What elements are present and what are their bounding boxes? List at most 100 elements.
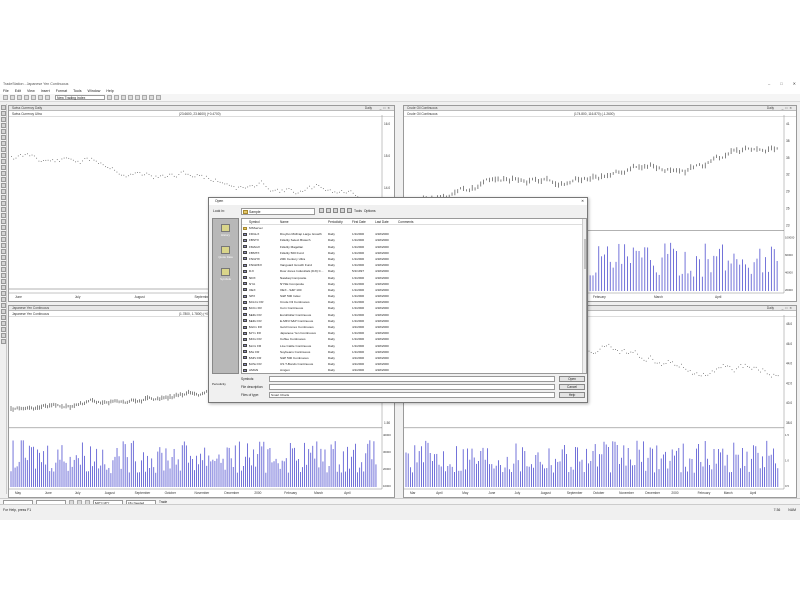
place-symbols[interactable]: Symbols [213, 263, 238, 285]
drawing-tool-icon[interactable] [1, 333, 6, 338]
close-icon[interactable]: ✕ [793, 81, 796, 86]
time-tick-label: May [462, 491, 468, 495]
chart-icon[interactable] [107, 95, 112, 100]
paste-icon[interactable] [45, 95, 50, 100]
drawing-tool-icon[interactable] [1, 111, 6, 116]
col-first-date[interactable]: First Date [352, 219, 375, 224]
col-last-date[interactable]: Last Date [375, 219, 398, 224]
menu-tools[interactable]: Tools [73, 89, 81, 93]
menu-edit[interactable]: Edit [15, 89, 21, 93]
drawing-tool-icon[interactable] [1, 327, 6, 332]
up-folder-icon[interactable] [326, 208, 331, 213]
drawing-tool-icon[interactable] [1, 129, 6, 134]
place-history[interactable]: History [213, 219, 238, 241]
delete-icon[interactable] [333, 208, 338, 213]
copy-icon[interactable] [38, 95, 43, 100]
drawing-tool-icon[interactable] [1, 171, 6, 176]
cascade-icon[interactable] [142, 95, 147, 100]
file-list-scrollbar[interactable] [582, 219, 586, 373]
zoom-icon[interactable] [121, 95, 126, 100]
views-icon[interactable] [347, 208, 352, 213]
file-list[interactable]: Symbol Name Periodicity First Date Last … [241, 218, 587, 374]
drawing-tool-icon[interactable] [1, 231, 6, 236]
menu-file[interactable]: File [3, 89, 9, 93]
drawing-tool-icon[interactable] [1, 225, 6, 230]
print-icon[interactable] [24, 95, 29, 100]
price-point [49, 160, 51, 162]
menu-view[interactable]: View [27, 89, 35, 93]
options-menu[interactable]: Options [364, 209, 376, 213]
maximize-icon[interactable]: □ [780, 81, 782, 86]
col-periodicity[interactable]: Periodicity [328, 219, 352, 224]
open-button[interactable]: Open [559, 376, 585, 382]
new-icon[interactable] [3, 95, 8, 100]
grid-icon[interactable] [149, 95, 154, 100]
look-in-combo[interactable]: Sample [241, 208, 315, 215]
file-desc-input[interactable] [269, 384, 555, 390]
window-icon[interactable] [156, 95, 161, 100]
drawing-tool-icon[interactable] [1, 249, 6, 254]
drawing-tool-icon[interactable] [1, 255, 6, 260]
drawing-tool-icon[interactable] [1, 303, 6, 308]
indicator-combo[interactable]: New Trading Index [55, 95, 105, 100]
col-symbol[interactable]: Symbol [248, 219, 280, 224]
menu-insert[interactable]: Insert [41, 89, 50, 93]
open-icon[interactable] [10, 95, 15, 100]
drawing-tool-icon[interactable] [1, 189, 6, 194]
drawing-tool-icon[interactable] [1, 123, 6, 128]
bar-chart-icon[interactable] [128, 95, 133, 100]
menu-window[interactable]: Window [88, 89, 101, 93]
drawing-tool-icon[interactable] [1, 159, 6, 164]
save-icon[interactable] [17, 95, 22, 100]
menu-help[interactable]: Help [106, 89, 113, 93]
menu-format[interactable]: Format [56, 89, 67, 93]
close-icon[interactable]: ✕ [581, 198, 584, 205]
drawing-tool-icon[interactable] [1, 309, 6, 314]
drawing-tool-icon[interactable] [1, 273, 6, 278]
drawing-tool-icon[interactable] [1, 267, 6, 272]
drawing-tool-icon[interactable] [1, 285, 6, 290]
drawing-tool-icon[interactable] [1, 201, 6, 206]
drawing-tool-icon[interactable] [1, 147, 6, 152]
drawing-tool-icon[interactable] [1, 219, 6, 224]
cut-icon[interactable] [31, 95, 36, 100]
drawing-tool-icon[interactable] [1, 339, 6, 344]
drawing-tool-icon[interactable] [1, 117, 6, 122]
open-dialog[interactable]: Open ✕ Look in: Sample Tools Options His… [208, 197, 588, 403]
col-comments[interactable]: Comments [398, 219, 438, 224]
drawing-tool-icon[interactable] [1, 321, 6, 326]
drawing-tool-icon[interactable] [1, 183, 6, 188]
drawing-tool-icon[interactable] [1, 279, 6, 284]
drawing-tool-icon[interactable] [1, 297, 6, 302]
drawing-tool-icon[interactable] [1, 153, 6, 158]
drawing-tool-icon[interactable] [1, 195, 6, 200]
place-quote-data[interactable]: Quote Data [213, 241, 238, 263]
drawing-tool-icon[interactable] [1, 165, 6, 170]
drawing-tool-icon[interactable] [1, 207, 6, 212]
new-folder-icon[interactable] [340, 208, 345, 213]
binoculars-icon[interactable] [114, 95, 119, 100]
price-point [288, 188, 290, 189]
drawing-tool-icon[interactable] [1, 141, 6, 146]
col-name[interactable]: Name [280, 219, 328, 224]
drawing-tool-icon[interactable] [1, 105, 6, 110]
symbols-input[interactable] [269, 376, 555, 382]
drawing-tool-icon[interactable] [1, 177, 6, 182]
drawing-tool-icon[interactable] [1, 261, 6, 266]
tile-icon[interactable] [135, 95, 140, 100]
back-icon[interactable] [319, 208, 324, 213]
drawing-tool-icon[interactable] [1, 213, 6, 218]
minimize-icon[interactable]: – [768, 81, 770, 86]
scroll-thumb[interactable] [583, 239, 586, 269]
drawing-tool-icon[interactable] [1, 237, 6, 242]
cancel-button[interactable]: Cancel [559, 384, 585, 390]
drawing-tool-icon[interactable] [1, 291, 6, 296]
price-point [597, 351, 599, 353]
drawing-tool-icon[interactable] [1, 315, 6, 320]
file-type-select[interactable]: Smart Charts [269, 392, 555, 398]
tools-menu[interactable]: Tools [354, 209, 362, 213]
drawing-tool-icon[interactable] [1, 243, 6, 248]
list-item[interactable]: AMRAmerican AirlinesDaily4/1/20004/18/20… [242, 374, 586, 375]
drawing-tool-icon[interactable] [1, 135, 6, 140]
help-button[interactable]: Help [559, 392, 585, 398]
